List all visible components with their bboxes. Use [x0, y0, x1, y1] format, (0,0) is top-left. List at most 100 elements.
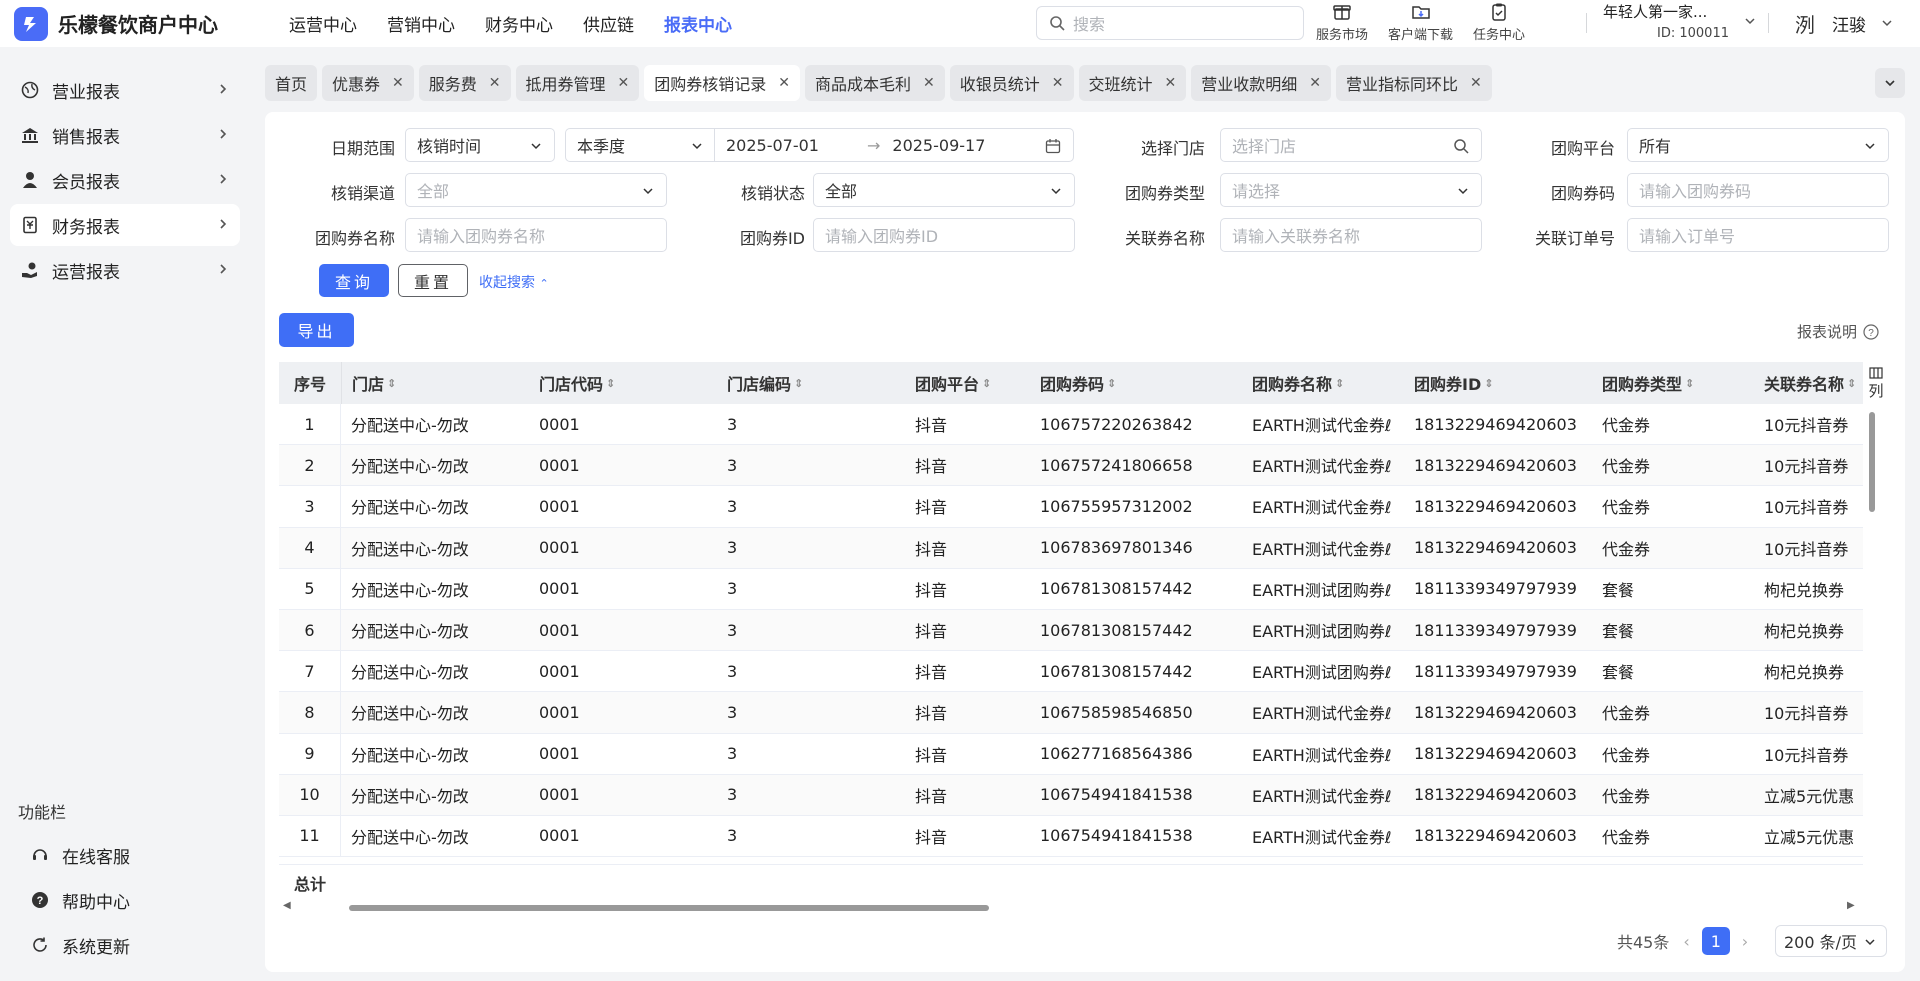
table-header: 序号 门店 ⇕ 门店代码 ⇕ 门店编码 ⇕ 团购平台 ⇕ 团购券码 ⇕ 团购券名称 ⇕ 团购券ID ⇕ 团购券… — [279, 362, 1863, 404]
tab[interactable]: 交班统计 ✕ — [1078, 65, 1187, 101]
column-header[interactable]: 团购券码 ⇕ — [1030, 362, 1242, 404]
close-icon[interactable]: ✕ — [392, 75, 404, 91]
table-cell: 分配送中心-勿改 — [351, 416, 469, 436]
scroll-right-icon[interactable]: ▶ — [1847, 900, 1855, 911]
tab[interactable]: 服务费 ✕ — [418, 65, 511, 101]
report-description[interactable]: 报表说明 ? — [1797, 321, 1879, 342]
sidebar-item[interactable]: 会员报表 — [10, 159, 240, 201]
tab[interactable]: 营业收款明细 ✕ — [1191, 65, 1332, 101]
tab[interactable]: 团购券核销记录 ✕ — [644, 65, 801, 101]
page-number-button[interactable]: 1 — [1701, 927, 1730, 955]
sidebar-item[interactable]: 财务报表 — [10, 204, 240, 246]
prev-page-button[interactable]: ‹ — [1683, 932, 1689, 951]
coupon-id-placeholder: 请输入团购券ID — [825, 227, 939, 246]
client-download-button[interactable]: 客户端下载 — [1388, 0, 1453, 43]
query-button[interactable]: 查询 — [319, 264, 389, 297]
table-cell: 立减5元优惠 — [1764, 827, 1855, 847]
platform-select[interactable]: 所有 — [1627, 128, 1889, 162]
coupon-type-select[interactable]: 请选择 — [1220, 173, 1482, 207]
nav-item[interactable]: 营销中心 — [387, 11, 455, 36]
horizontal-scrollbar[interactable] — [349, 905, 989, 911]
scroll-left-icon[interactable]: ◀ — [283, 900, 291, 911]
pagination: 共45条 ‹ 1 › — [1617, 927, 1748, 955]
column-header[interactable]: 团购券ID ⇕ — [1404, 362, 1592, 404]
coupon-name-input[interactable]: 请输入团购券名称 — [405, 218, 667, 252]
coupon-code-input[interactable]: 请输入团购券码 — [1627, 173, 1889, 207]
vertical-scrollbar[interactable] — [1869, 412, 1875, 512]
column-header[interactable]: 门店 ⇕ — [341, 362, 529, 404]
sort-icon[interactable]: ⇕ — [794, 377, 803, 390]
next-page-button[interactable]: › — [1742, 932, 1748, 951]
table-cell: 抖音 — [915, 827, 948, 847]
nav-item[interactable]: 财务中心 — [485, 11, 553, 36]
column-header[interactable]: 门店代码 ⇕ — [529, 362, 717, 404]
sidebar-item[interactable]: 销售报表 — [10, 114, 240, 156]
sort-icon[interactable]: ⇕ — [1847, 377, 1856, 390]
column-header[interactable]: 门店编码 ⇕ — [717, 362, 905, 404]
table-cell: 106757241806658 — [1040, 455, 1193, 475]
sort-icon[interactable]: ⇕ — [1484, 377, 1493, 390]
sort-icon[interactable]: ⇕ — [387, 377, 396, 390]
table-cell: EARTH测试代金券ℓ — [1252, 745, 1392, 765]
close-icon[interactable]: ✕ — [778, 75, 790, 91]
close-icon[interactable]: ✕ — [1052, 75, 1064, 91]
service-market-button[interactable]: 服务市场 — [1316, 0, 1368, 43]
tabs-more-button[interactable] — [1875, 68, 1905, 98]
search-input[interactable]: 搜索 — [1036, 6, 1304, 40]
tab[interactable]: 首页 — [265, 65, 318, 101]
logo[interactable]: 乐檬餐饮商户中心 — [14, 6, 264, 41]
store-select[interactable]: 选择门店 — [1220, 128, 1482, 162]
nav-item[interactable]: 报表中心 — [664, 11, 732, 36]
task-center-button[interactable]: 任务中心 — [1473, 0, 1525, 43]
coupon-id-input[interactable]: 请输入团购券ID — [813, 218, 1075, 252]
sort-icon[interactable]: ⇕ — [1685, 377, 1694, 390]
column-header[interactable]: 团购券类型 ⇕ — [1592, 362, 1754, 404]
column-settings-button[interactable]: 列 — [1863, 362, 1889, 404]
close-icon[interactable]: ✕ — [1470, 75, 1482, 91]
nav-item[interactable]: 运营中心 — [289, 11, 357, 36]
close-icon[interactable]: ✕ — [618, 75, 630, 91]
sidebar-item[interactable]: 运营报表 — [10, 249, 240, 291]
date-range-picker[interactable]: 2025-07-01 → 2025-09-17 — [714, 128, 1074, 162]
close-icon[interactable]: ✕ — [923, 75, 935, 91]
column-header[interactable]: 关联券名称 ⇕ — [1754, 362, 1863, 404]
shop-switcher[interactable]: 年轻人第一家... ID: 100011 — [1603, 0, 1755, 41]
table-cell: 1811339349797939 — [1414, 620, 1577, 640]
sort-icon[interactable]: ⇕ — [1335, 377, 1344, 390]
tab[interactable]: 抵用券管理 ✕ — [515, 65, 640, 101]
nav-item[interactable]: 供应链 — [583, 11, 634, 36]
close-icon[interactable]: ✕ — [1309, 75, 1321, 91]
tab[interactable]: 优惠券 ✕ — [322, 65, 414, 101]
sidebar-item-online-service[interactable]: 在线客服 — [20, 834, 250, 876]
sort-icon[interactable]: ⇕ — [1107, 377, 1116, 390]
export-button[interactable]: 导出 — [279, 313, 354, 347]
table-cell: 3 — [727, 744, 738, 764]
column-header[interactable]: 团购平台 ⇕ — [905, 362, 1030, 404]
user-menu[interactable]: 洌 汪骏 — [1790, 8, 1894, 38]
date-type-select[interactable]: 核销时间 — [405, 128, 555, 162]
status-select[interactable]: 全部 — [813, 173, 1075, 207]
column-header[interactable]: 团购券名称 ⇕ — [1242, 362, 1404, 404]
channel-select[interactable]: 全部 — [405, 173, 667, 207]
collapse-search-link[interactable]: 收起搜索 ⌃ — [479, 272, 549, 292]
reset-button[interactable]: 重置 — [398, 264, 468, 297]
sort-icon[interactable]: ⇕ — [606, 377, 615, 390]
close-icon[interactable]: ✕ — [1165, 75, 1177, 91]
table-cell: 0001 — [539, 538, 580, 558]
ledger-icon — [20, 215, 40, 235]
related-name-input[interactable]: 请输入关联券名称 — [1220, 218, 1482, 252]
sidebar-item-system-update[interactable]: 系统更新 — [20, 924, 250, 966]
tab[interactable]: 商品成本毛利 ✕ — [805, 65, 945, 101]
close-icon[interactable]: ✕ — [489, 75, 501, 91]
period-select[interactable]: 本季度 — [565, 128, 715, 162]
sidebar-item-label: 系统更新 — [62, 937, 130, 958]
order-input[interactable]: 请输入订单号 — [1627, 218, 1889, 252]
page-size-select[interactable]: 200 条/页 — [1775, 925, 1887, 957]
sort-icon[interactable]: ⇕ — [982, 377, 991, 390]
tab[interactable]: 营业指标同环比 ✕ — [1336, 65, 1492, 101]
table-cell: EARTH测试代金券ℓ — [1252, 704, 1392, 724]
sidebar-item-help-center[interactable]: ? 帮助中心 — [20, 879, 250, 921]
sidebar-item[interactable]: 营业报表 — [10, 69, 240, 111]
tab[interactable]: 收银员统计 ✕ — [949, 65, 1074, 101]
table-cell: 1813229469420603 — [1414, 702, 1577, 722]
